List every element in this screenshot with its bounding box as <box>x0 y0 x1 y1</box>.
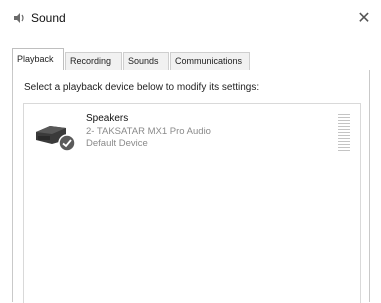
title-bar: Sound ✕ <box>0 0 381 42</box>
tab-strip: Playback Recording Sounds Communications <box>12 48 370 71</box>
list-item-speakers[interactable]: Speakers 2- TAKSATAR MX1 Pro Audio Defau… <box>28 108 356 158</box>
sound-dialog: Sound ✕ Playback Recording Sounds Commun… <box>0 0 381 303</box>
check-icon <box>58 134 76 152</box>
device-status: Default Device <box>86 138 148 149</box>
device-list[interactable]: Speakers 2- TAKSATAR MX1 Pro Audio Defau… <box>23 103 361 303</box>
close-icon: ✕ <box>357 10 371 27</box>
tab-playback[interactable]: Playback <box>12 48 64 71</box>
volume-level-meter <box>338 114 350 154</box>
tab-sounds[interactable]: Sounds <box>123 52 169 70</box>
instruction-text: Select a playback device below to modify… <box>24 82 260 93</box>
device-description: 2- TAKSATAR MX1 Pro Audio <box>86 126 211 137</box>
tab-recording[interactable]: Recording <box>65 52 122 70</box>
close-button[interactable]: ✕ <box>347 8 381 30</box>
sound-app-icon <box>14 13 24 23</box>
device-name: Speakers <box>86 113 129 124</box>
playback-panel: Select a playback device below to modify… <box>12 70 370 303</box>
tab-communications[interactable]: Communications <box>170 52 250 70</box>
window-title: Sound <box>31 11 66 25</box>
